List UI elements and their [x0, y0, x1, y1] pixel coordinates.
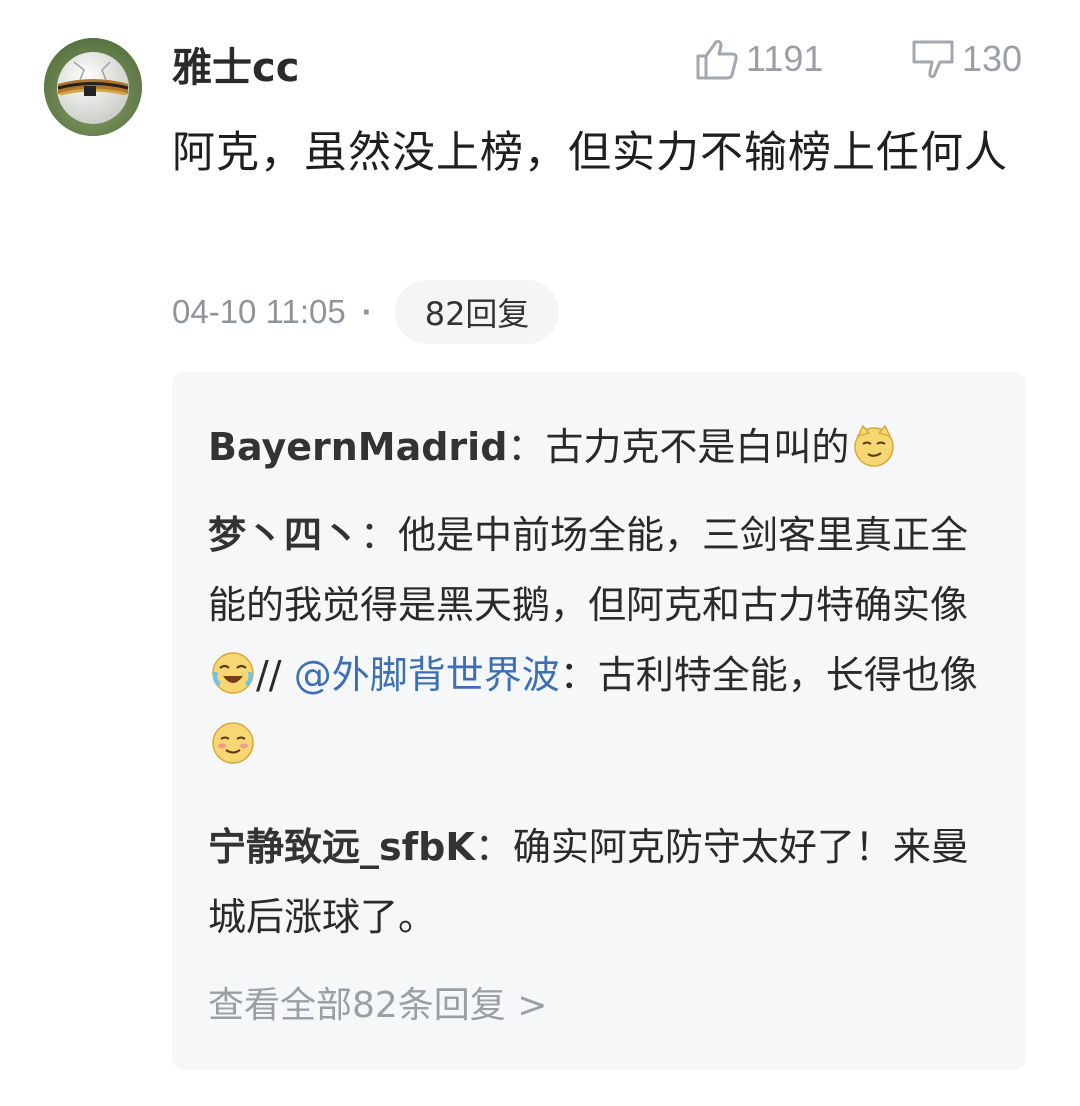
timestamp: 04-10 11:05 [172, 293, 346, 330]
separator-dot: · [361, 293, 373, 330]
reply-item[interactable]: 宁静致远_sfbK：确实阿克防守太好了！来曼城后涨球了。 [208, 812, 998, 952]
reply-author[interactable]: 梦丶四丶 [208, 513, 360, 557]
reply-item[interactable]: 梦丶四丶：他是中前场全能，三剑客里真正全能的我觉得是黑天鹅，但阿克和古力特确实像… [208, 500, 998, 780]
reply-separator: // [256, 653, 294, 697]
thumbs-down-icon [912, 40, 954, 78]
reply-item[interactable]: BayernMadrid：古力克不是白叫的 [208, 412, 998, 482]
cat-smirk-emoji-icon [854, 424, 895, 467]
reply-colon: ： [474, 825, 513, 869]
reply-author[interactable]: 宁静致远_sfbK [208, 825, 475, 869]
comment-text: 阿克，虽然没上榜，但实力不输榜上任何人 [172, 128, 1008, 178]
soccer-ball-avatar-image [44, 38, 142, 136]
reply-colon: ： [507, 425, 546, 469]
like-button[interactable]: 1191 [694, 36, 823, 82]
avatar[interactable] [44, 38, 142, 136]
comment-meta: 04-10 11:05 · 82回复 [172, 280, 560, 344]
reply-text: 古力克不是白叫的 [545, 425, 850, 469]
dislike-count: 130 [962, 38, 1023, 79]
smile-emoji-icon [212, 722, 254, 764]
reply-author[interactable]: BayernMadrid [208, 425, 507, 469]
thumbs-up-icon [696, 40, 738, 80]
dislike-button[interactable]: 130 [910, 36, 1022, 82]
crying-laugh-emoji-icon [212, 652, 254, 694]
mention-link[interactable]: @外脚背世界波 [294, 653, 560, 697]
reply-text: ：古利特全能，长得也像 [559, 653, 978, 697]
reply-colon: ： [360, 513, 399, 557]
replies-preview[interactable]: BayernMadrid：古力克不是白叫的 梦丶四丶：他是中前场全能，三剑客里真… [172, 372, 1026, 1070]
reply-count-button[interactable]: 82回复 [394, 280, 560, 344]
username[interactable]: 雅士cc [172, 42, 299, 94]
view-all-replies-link[interactable]: 查看全部82条回复 > [208, 978, 547, 1034]
like-count: 1191 [746, 38, 824, 79]
